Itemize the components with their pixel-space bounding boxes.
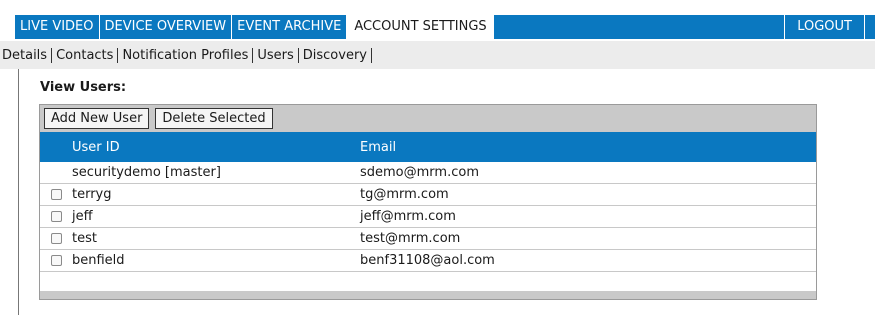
subnav-users[interactable]: Users [253, 47, 299, 63]
row-email: benf31108@aol.com [360, 253, 495, 268]
table-row: terryg tg@mrm.com [40, 184, 816, 206]
row-check-cell [40, 233, 72, 244]
row-user-id: terryg [72, 187, 112, 202]
row-select-checkbox[interactable] [50, 189, 62, 200]
row-select-checkbox[interactable] [50, 233, 62, 244]
page: LIVE VIDEO DEVICE OVERVIEW EVENT ARCHIVE… [0, 0, 875, 315]
add-new-user-button[interactable]: Add New User [44, 108, 150, 129]
table-header: User ID Email [40, 132, 816, 162]
row-check-cell [40, 255, 72, 266]
row-user-id: securitydemo [master] [72, 165, 221, 180]
row-check-cell [40, 211, 72, 222]
subnav-notification-profiles[interactable]: Notification Profiles [118, 47, 254, 63]
users-toolbar: Add New User Delete Selected [40, 105, 816, 132]
row-check-cell [40, 189, 72, 200]
table-row: jeff jeff@mrm.com [40, 206, 816, 228]
users-panel: Add New User Delete Selected User ID Ema… [39, 104, 817, 300]
top-navigation-bar: LIVE VIDEO DEVICE OVERVIEW EVENT ARCHIVE… [15, 15, 875, 39]
header-email: Email [360, 139, 397, 155]
nav-event-archive[interactable]: EVENT ARCHIVE [232, 15, 348, 39]
row-user-id: test [72, 231, 97, 246]
nav-account-settings[interactable]: ACCOUNT SETTINGS [347, 15, 494, 39]
table-row: securitydemo [master] sdemo@mrm.com [40, 162, 816, 184]
table-row: test test@mrm.com [40, 228, 816, 250]
table-footer [40, 291, 816, 299]
subnav-discovery[interactable]: Discovery [299, 47, 372, 63]
subnav-contacts[interactable]: Contacts [52, 47, 119, 63]
row-user-id: benfield [72, 253, 125, 268]
delete-selected-button[interactable]: Delete Selected [155, 108, 273, 129]
nav-live-video[interactable]: LIVE VIDEO [15, 15, 100, 39]
row-select-checkbox[interactable] [50, 211, 62, 222]
left-divider [18, 69, 19, 315]
table-row: benfield benf31108@aol.com [40, 250, 816, 272]
row-email: sdemo@mrm.com [360, 165, 479, 180]
row-user-id: jeff [72, 209, 93, 224]
row-email: jeff@mrm.com [360, 209, 456, 224]
subnav-details[interactable]: Details [2, 47, 53, 63]
header-user-id: User ID [72, 139, 120, 155]
section-title: View Users: [40, 80, 127, 95]
row-email: tg@mrm.com [360, 187, 449, 202]
row-select-checkbox[interactable] [50, 255, 62, 266]
logout-link[interactable]: LOGOUT [784, 15, 865, 39]
nav-device-overview[interactable]: DEVICE OVERVIEW [100, 15, 233, 39]
row-email: test@mrm.com [360, 231, 461, 246]
sub-navigation-bar: Details Contacts Notification Profiles U… [0, 41, 875, 69]
